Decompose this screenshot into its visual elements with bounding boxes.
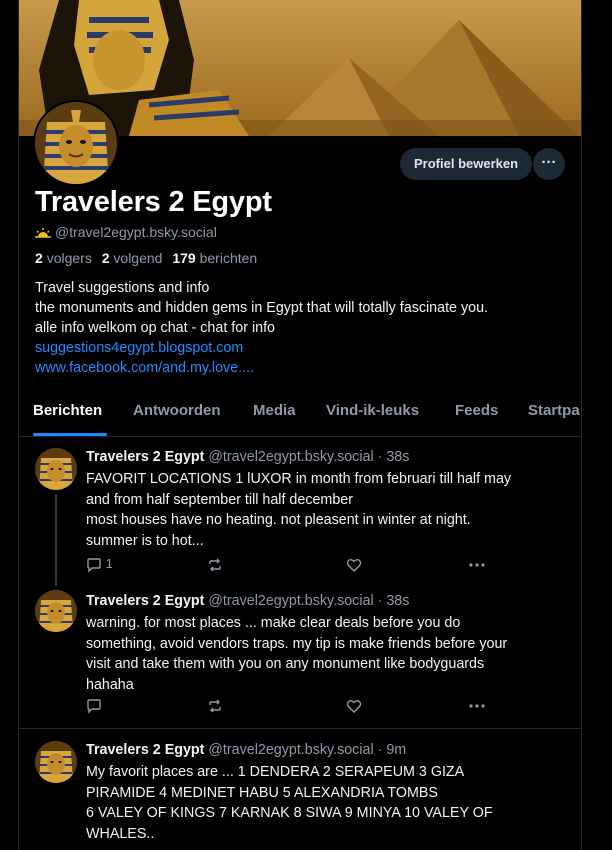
repost-button[interactable] [207, 696, 223, 716]
reply-icon [87, 698, 101, 714]
post-text: FAVORIT LOCATIONS 1 lUXOR in month from … [86, 469, 571, 551]
post-author-name[interactable]: Travelers 2 Egypt [86, 449, 204, 465]
thread-line [55, 494, 57, 586]
profile-tabs: Berichten Antwoorden Media Vind-ik-leuks… [19, 396, 581, 437]
like-button[interactable] [346, 696, 362, 716]
post-avatar[interactable] [35, 590, 77, 632]
post-actions [86, 696, 506, 716]
more-icon [469, 562, 485, 567]
profile-handle: @travel2egypt.bsky.social [55, 224, 217, 240]
post-text-line: My favorit places are ... 1 DENDERA 2 SE… [86, 764, 465, 780]
following-label: volgend [113, 250, 163, 266]
post-avatar[interactable] [35, 741, 77, 783]
feed-post[interactable]: Travelers 2 Egypt @travel2egypt.bsky.soc… [19, 584, 581, 728]
following-count: 2 [101, 250, 110, 266]
feed-post[interactable]: Travelers 2 Egypt @travel2egypt.bsky.soc… [19, 436, 581, 586]
post-text-line: most houses have no heating. not pleasen… [86, 512, 471, 528]
like-button[interactable] [346, 555, 362, 575]
post-author-name[interactable]: Travelers 2 Egypt [86, 742, 204, 758]
repost-icon [209, 699, 221, 713]
tab-media[interactable]: Media [253, 402, 296, 419]
post-text-line: something, avoid vendors traps. my tip i… [86, 635, 508, 652]
post-author-meta: @travel2egypt.bsky.social · 38s [208, 593, 410, 609]
bio-link-facebook[interactable]: www.facebook.com/and.my.love.... [35, 358, 575, 378]
reply-count: 1 [105, 556, 113, 571]
tab-likes[interactable]: Vind-ik-leuks [326, 402, 419, 419]
reply-button[interactable]: 1 [86, 555, 113, 575]
tab-posts[interactable]: Berichten [33, 402, 102, 419]
feed-post[interactable]: Travelers 2 Egypt @travel2egypt.bsky.soc… [19, 729, 581, 850]
post-author-meta: @travel2egypt.bsky.social · 38s [208, 449, 410, 465]
reply-icon [87, 557, 101, 573]
post-text-line: hahaha [86, 676, 134, 693]
followers-link[interactable]: 2 volgers [35, 250, 92, 266]
post-text-line: WHALES.. [86, 825, 155, 842]
posts-stat: 179 berichten [172, 250, 257, 266]
post-more-button[interactable] [468, 555, 486, 575]
post-text-line: 6 VALEY OF KINGS 7 KARNAK 8 SIWA 9 MINYA… [86, 805, 493, 821]
more-icon: ··· [541, 154, 557, 171]
post-text-line: and from half september till half decemb… [86, 491, 354, 508]
more-icon [469, 703, 485, 708]
post-header: Travelers 2 Egypt @travel2egypt.bsky.soc… [86, 593, 409, 609]
bio-line: Travel suggestions and info [35, 280, 210, 296]
post-text-line: FAVORIT LOCATIONS 1 lUXOR in month from … [86, 471, 512, 487]
tab-starterpacks[interactable]: Startpa [528, 402, 580, 419]
profile-avatar[interactable] [33, 100, 119, 186]
post-header: Travelers 2 Egypt @travel2egypt.bsky.soc… [86, 742, 406, 758]
profile-display-name: Travelers 2 Egypt [35, 186, 272, 218]
profile-handle-row: @travel2egypt.bsky.social [35, 224, 217, 241]
posts-count: 179 [172, 250, 196, 266]
profile-column: Profiel bewerken ··· Travelers 2 Egypt @… [18, 0, 582, 850]
bio-link-blog[interactable]: suggestions4egypt.blogspot.com [35, 338, 575, 358]
repost-icon [209, 558, 221, 572]
edit-profile-button[interactable]: Profiel bewerken [400, 148, 533, 180]
reply-button[interactable] [86, 696, 102, 716]
posts-label: berichten [199, 250, 258, 266]
post-more-button[interactable] [468, 696, 486, 716]
followers-label: volgers [46, 250, 92, 266]
following-link[interactable]: 2 volgend [102, 250, 163, 266]
profile-bio: Travel suggestions and info the monument… [35, 278, 575, 378]
post-text: My favorit places are ... 1 DENDERA 2 SE… [86, 762, 571, 844]
sun-icon [35, 225, 55, 241]
bio-line: alle info welkom op chat - chat for info [35, 320, 275, 336]
like-icon [346, 699, 362, 713]
post-text-line: summer is to hot... [86, 532, 204, 549]
post-text-line: PIRAMIDE 4 MEDINET HABU 5 ALEXANDRIA TOM… [86, 784, 438, 801]
post-text-line: warning. for most places ... make clear … [86, 615, 461, 631]
repost-button[interactable] [207, 555, 223, 575]
tab-replies[interactable]: Antwoorden [133, 402, 221, 419]
post-text-line: visit and take them with you on any monu… [86, 656, 485, 672]
followers-count: 2 [35, 250, 43, 266]
more-options-button[interactable]: ··· [533, 148, 565, 180]
post-author-name[interactable]: Travelers 2 Egypt [86, 593, 204, 609]
post-actions: 1 [86, 555, 506, 575]
post-avatar[interactable] [35, 448, 77, 490]
post-author-meta: @travel2egypt.bsky.social · 9m [208, 742, 407, 758]
tab-feeds[interactable]: Feeds [455, 402, 498, 419]
post-header: Travelers 2 Egypt @travel2egypt.bsky.soc… [86, 449, 409, 465]
profile-stats: 2 volgers 2 volgend 179 berichten [35, 250, 257, 266]
post-text: warning. for most places ... make clear … [86, 613, 571, 695]
bio-line: the monuments and hidden gems in Egypt t… [35, 300, 488, 316]
like-icon [346, 558, 362, 572]
